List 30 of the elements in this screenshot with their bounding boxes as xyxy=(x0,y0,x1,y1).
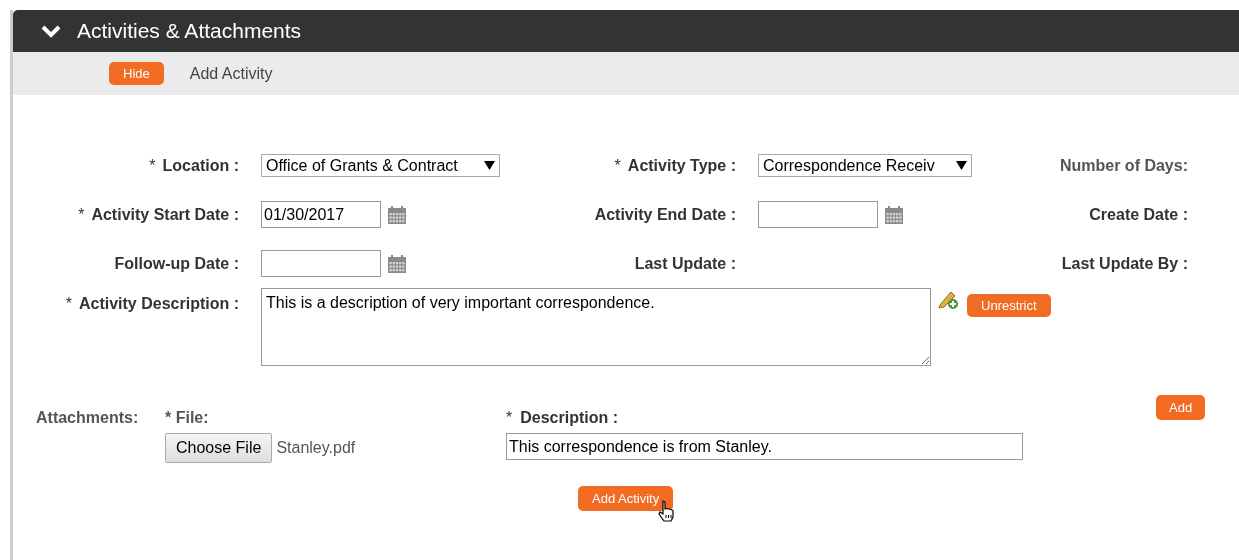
field-label: * Location : xyxy=(149,155,239,176)
choose-file-button[interactable]: Choose File xyxy=(165,433,273,463)
caret-icon xyxy=(956,161,967,170)
field-label: Follow-up Date : xyxy=(114,253,239,274)
description-field[interactable]: This correspondence is from Stanley. xyxy=(506,433,1023,460)
field-label: * File: xyxy=(165,408,210,428)
file-name: Stanley.pdf xyxy=(276,438,356,458)
calendar-icon[interactable] xyxy=(387,204,407,225)
field-label: * Description : xyxy=(506,408,620,428)
calendar-icon[interactable] xyxy=(387,253,407,274)
field-label: Last Update : xyxy=(634,253,736,274)
add-activity-link[interactable]: Add Activity xyxy=(189,61,273,86)
dropdown[interactable]: Correspondence Receiv xyxy=(758,154,972,177)
date-field[interactable]: 01/30/2017 xyxy=(261,201,381,228)
field-label: * Activity Type : xyxy=(614,155,736,176)
field-label: * Activity Start Date : xyxy=(78,204,239,225)
attachments-label: Attachments: xyxy=(36,408,140,428)
caret-icon xyxy=(484,161,495,170)
field-label: Create Date : xyxy=(1089,204,1188,225)
panel-title: Activities & Attachments xyxy=(77,18,302,45)
calendar-icon[interactable] xyxy=(884,204,904,225)
date-field[interactable] xyxy=(261,250,381,277)
hand-cursor-icon xyxy=(658,500,676,522)
description-field[interactable]: This is a description of very important correspondence. xyxy=(261,288,931,366)
field-label: * Activity Description : xyxy=(64,294,239,314)
field-label: Last Update By : xyxy=(1061,253,1188,274)
field-label: Number of Days: xyxy=(1059,155,1188,176)
dropdown[interactable]: Office of Grants & Contract xyxy=(261,154,500,177)
date-field[interactable] xyxy=(758,201,878,228)
field-label: Activity End Date : xyxy=(594,204,736,225)
